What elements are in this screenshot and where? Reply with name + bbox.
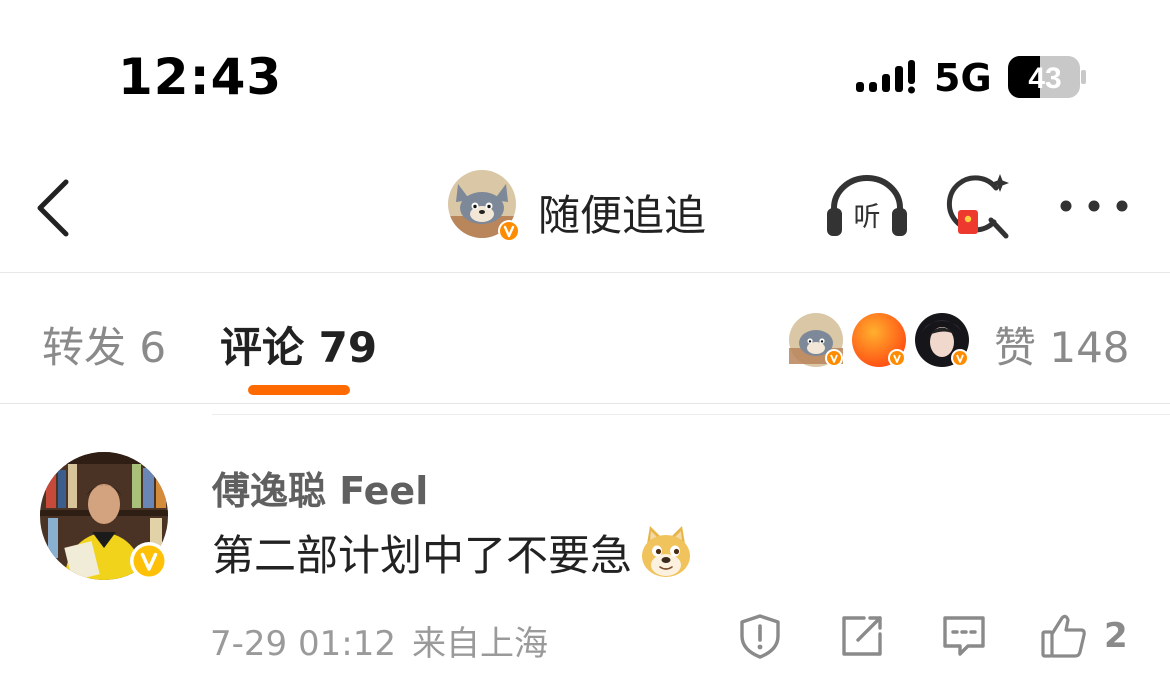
signal-icon	[856, 60, 915, 94]
status-time: 12:43	[118, 48, 283, 106]
repost-icon[interactable]	[838, 612, 886, 660]
nav-avatar[interactable]	[448, 170, 522, 244]
tab-comments[interactable]: 评论 79	[220, 314, 377, 375]
commenter-avatar[interactable]	[40, 452, 172, 584]
listen-button[interactable]: 听	[824, 174, 910, 240]
nav-bar: 随便追追 听	[0, 150, 1170, 273]
comment-body: 第二部计划中了不要急	[212, 524, 694, 580]
back-button[interactable]	[28, 174, 80, 242]
comment-location: 来自上海	[411, 624, 548, 664]
thumbs-up-icon[interactable]	[1040, 612, 1088, 660]
ai-search-icon[interactable]	[944, 170, 1016, 242]
comment-author[interactable]: 傅逸聪 Feel	[212, 460, 428, 515]
comment-text: 第二部计划中了不要急	[212, 530, 633, 580]
battery-level: 43	[1028, 62, 1061, 95]
comment-date: 7-29 01:12	[210, 624, 396, 664]
liker-avatar-3	[915, 313, 969, 367]
report-icon[interactable]	[736, 612, 784, 660]
liker-avatar-2	[852, 313, 906, 367]
network-label: 5G	[934, 56, 992, 100]
divider	[212, 414, 1170, 415]
liker-avatar-1	[789, 313, 843, 367]
listen-label: 听	[854, 202, 881, 233]
tab-repost[interactable]: 转发 6	[42, 314, 166, 375]
active-tab-indicator	[248, 385, 350, 395]
tab-likes[interactable]: 赞 148	[994, 314, 1130, 375]
nav-title[interactable]: 随便追追	[538, 182, 706, 243]
battery-icon: 43	[1008, 56, 1086, 98]
status-bar: 12:43 5G 43	[0, 0, 1170, 150]
comment-item: 傅逸聪 Feel 第二部计划中了不要急 7-29 01:12 来自上海 2	[0, 416, 1170, 699]
tabs-bar: 转发 6 评论 79 赞 148	[0, 274, 1170, 404]
like-count: 2	[1104, 616, 1128, 656]
comment-meta: 7-29 01:12 来自上海	[210, 616, 548, 665]
reply-icon[interactable]	[940, 612, 988, 660]
more-button[interactable]	[1056, 186, 1132, 226]
liker-avatars[interactable]	[786, 310, 976, 372]
doge-icon	[642, 526, 691, 577]
